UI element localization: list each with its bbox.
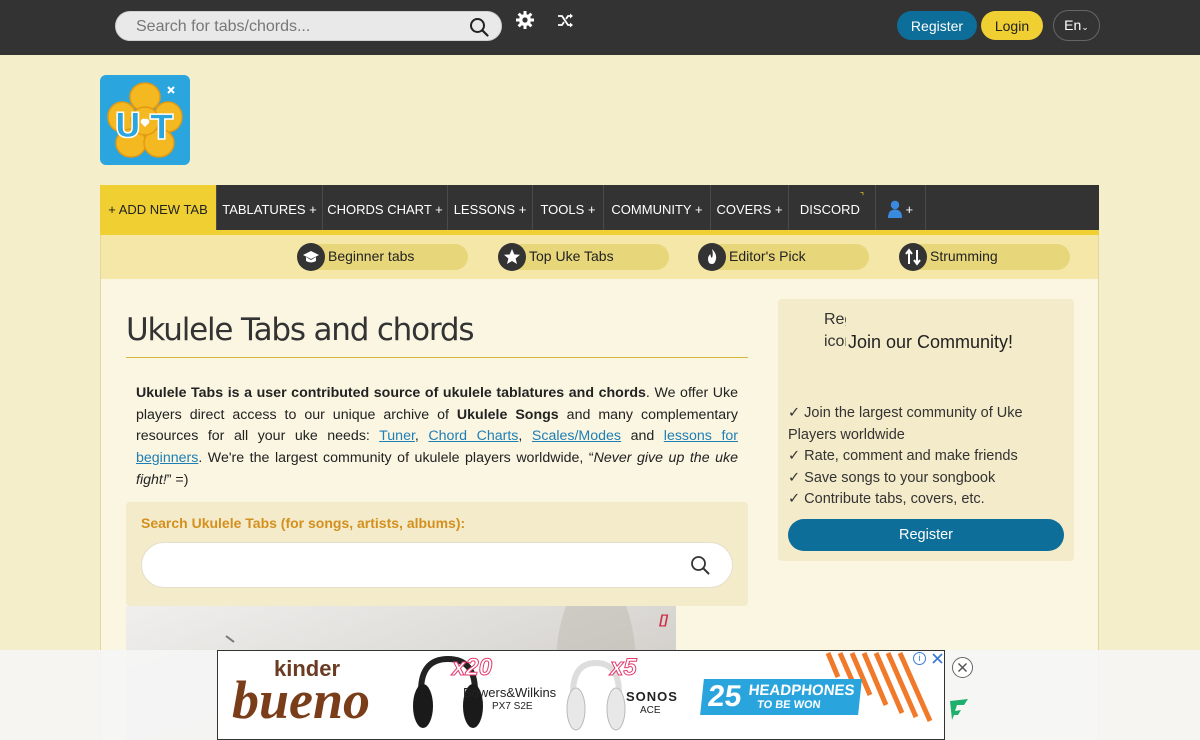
hibiscus-logo-icon: U T xyxy=(107,82,183,158)
ad-info-icon[interactable]: i xyxy=(913,652,926,665)
user-icon xyxy=(887,200,902,218)
nav-user-menu[interactable]: + xyxy=(876,185,926,230)
language-selector[interactable]: En⌄ xyxy=(1053,10,1100,41)
svg-text:U: U xyxy=(114,106,142,146)
intro-sep: , xyxy=(518,428,532,445)
nav-tablatures[interactable]: TABLATURES + xyxy=(217,185,323,230)
perk-item: ✓ Join the largest community of Uke Play… xyxy=(788,405,1023,443)
perk-item: ✓ Contribute tabs, covers, etc. xyxy=(788,491,985,507)
pill-strumming[interactable]: Strumming xyxy=(899,243,1070,271)
top-search-input[interactable] xyxy=(136,16,456,38)
language-label: En xyxy=(1064,17,1082,33)
svg-text:T: T xyxy=(150,108,174,148)
quick-links-bar: Beginner tabs Top Uke Tabs Editor's Pick… xyxy=(100,235,1099,279)
title-divider xyxy=(126,357,748,358)
flame-icon xyxy=(698,243,726,271)
chevron-down-icon: ⌄ xyxy=(1081,22,1089,32)
ad-brand-text: SONOS xyxy=(626,689,678,704)
perk-item: ✓ Save songs to your songbook xyxy=(788,469,996,486)
page-title: Ukulele Tabs and chords xyxy=(126,312,475,348)
external-link-icon: ⌝ xyxy=(859,191,865,201)
top-bar: Register Login En⌄ xyxy=(0,0,1200,55)
search-label: Search Ukulele Tabs (for songs, artists,… xyxy=(141,515,466,531)
ad-banner-subtitle: TO BE WON xyxy=(756,699,822,711)
tuner-link[interactable]: Tuner xyxy=(379,428,415,444)
register-image-icon: Register icon xyxy=(824,311,846,350)
star-icon xyxy=(498,243,526,271)
chord-charts-link[interactable]: Chord Charts xyxy=(428,428,518,444)
community-register-button[interactable]: Register xyxy=(788,519,1064,551)
nav-add-new-tab[interactable]: + ADD NEW TAB xyxy=(100,185,217,230)
ad-close-icon[interactable] xyxy=(931,652,944,665)
intro-sep: , xyxy=(414,428,429,445)
intro-bold-songs: Ukulele Songs xyxy=(456,406,559,423)
ad-x20-badge: x20 xyxy=(451,654,493,682)
graduation-cap-icon xyxy=(297,243,325,271)
pill-label: Beginner tabs xyxy=(328,248,415,264)
community-perks: ✓ Join the largest community of Uke Play… xyxy=(788,403,1064,511)
login-button[interactable]: Login xyxy=(981,11,1043,40)
top-search-box[interactable] xyxy=(115,11,502,41)
pill-label: Strumming xyxy=(930,248,998,264)
nav-user-plus: + xyxy=(905,202,914,217)
nav-lessons[interactable]: LESSONS + xyxy=(448,185,533,230)
search-icon[interactable] xyxy=(469,17,489,37)
tab-search-input[interactable] xyxy=(160,553,680,579)
nav-chords-chart[interactable]: CHORDS CHART + xyxy=(323,185,448,230)
tab-search-panel: Search Ukulele Tabs (for songs, artists,… xyxy=(126,502,748,606)
nav-community[interactable]: COMMUNITY + xyxy=(604,185,711,230)
ad-flag-icon[interactable]: [] xyxy=(659,612,668,627)
main-nav: + ADD NEW TAB TABLATURES + CHORDS CHART … xyxy=(100,185,1099,235)
ad-banner-number: 25 xyxy=(706,680,744,713)
tab-search-field[interactable] xyxy=(141,542,733,588)
ad-brand-text: Bowers&Wilkins xyxy=(463,685,557,700)
pill-beginner-tabs[interactable]: Beginner tabs xyxy=(297,243,468,271)
intro-bold-lead: Ukulele Tabs is a user contributed sourc… xyxy=(136,385,646,401)
nav-tools[interactable]: TOOLS + xyxy=(533,185,604,230)
pill-label: Top Uke Tabs xyxy=(529,248,614,264)
community-card: Register icon Join our Community! ✓ Join… xyxy=(778,299,1074,561)
pill-top-uke-tabs[interactable]: Top Uke Tabs xyxy=(498,243,669,271)
pill-label: Editor's Pick xyxy=(729,248,806,264)
ad-x5-badge: x5 xyxy=(610,654,638,682)
community-title: Join our Community! xyxy=(848,332,1014,352)
ad-model-text: PX7 S2E xyxy=(492,701,533,712)
close-icon xyxy=(957,662,968,673)
advertisement-banner[interactable]: kinder bueno x20 Bowers&Wilkins PX7 S2E … xyxy=(217,650,945,740)
intro-and: and xyxy=(621,428,664,445)
register-button[interactable]: Register xyxy=(897,11,977,40)
nav-discord-label: DISCORD xyxy=(799,202,860,217)
search-icon[interactable] xyxy=(690,555,710,575)
shuffle-icon[interactable] xyxy=(557,12,574,29)
intro-text: . We're the largest community of ukulele… xyxy=(198,450,594,467)
intro-paragraph: Ukulele Tabs is a user contributed sourc… xyxy=(136,383,738,492)
dismiss-ad-button[interactable] xyxy=(952,657,973,678)
site-logo[interactable]: U T xyxy=(100,75,190,165)
gear-icon[interactable] xyxy=(515,10,535,30)
freestar-logo-icon[interactable] xyxy=(947,697,971,721)
ad-model-text: ACE xyxy=(640,705,661,716)
intro-text: ” =) xyxy=(166,471,189,488)
up-down-arrows-icon xyxy=(899,243,927,271)
scales-modes-link[interactable]: Scales/Modes xyxy=(532,428,621,444)
ad-headline-banner: 25 HEADPHONES TO BE WON xyxy=(700,679,862,715)
nav-discord[interactable]: DISCORD⌝ xyxy=(789,185,876,230)
perk-item: ✓ Rate, comment and make friends xyxy=(788,448,1018,464)
nav-covers[interactable]: COVERS + xyxy=(711,185,789,230)
pill-editors-pick[interactable]: Editor's Pick xyxy=(698,243,869,271)
ad-banner-title: HEADPHONES xyxy=(747,682,856,699)
